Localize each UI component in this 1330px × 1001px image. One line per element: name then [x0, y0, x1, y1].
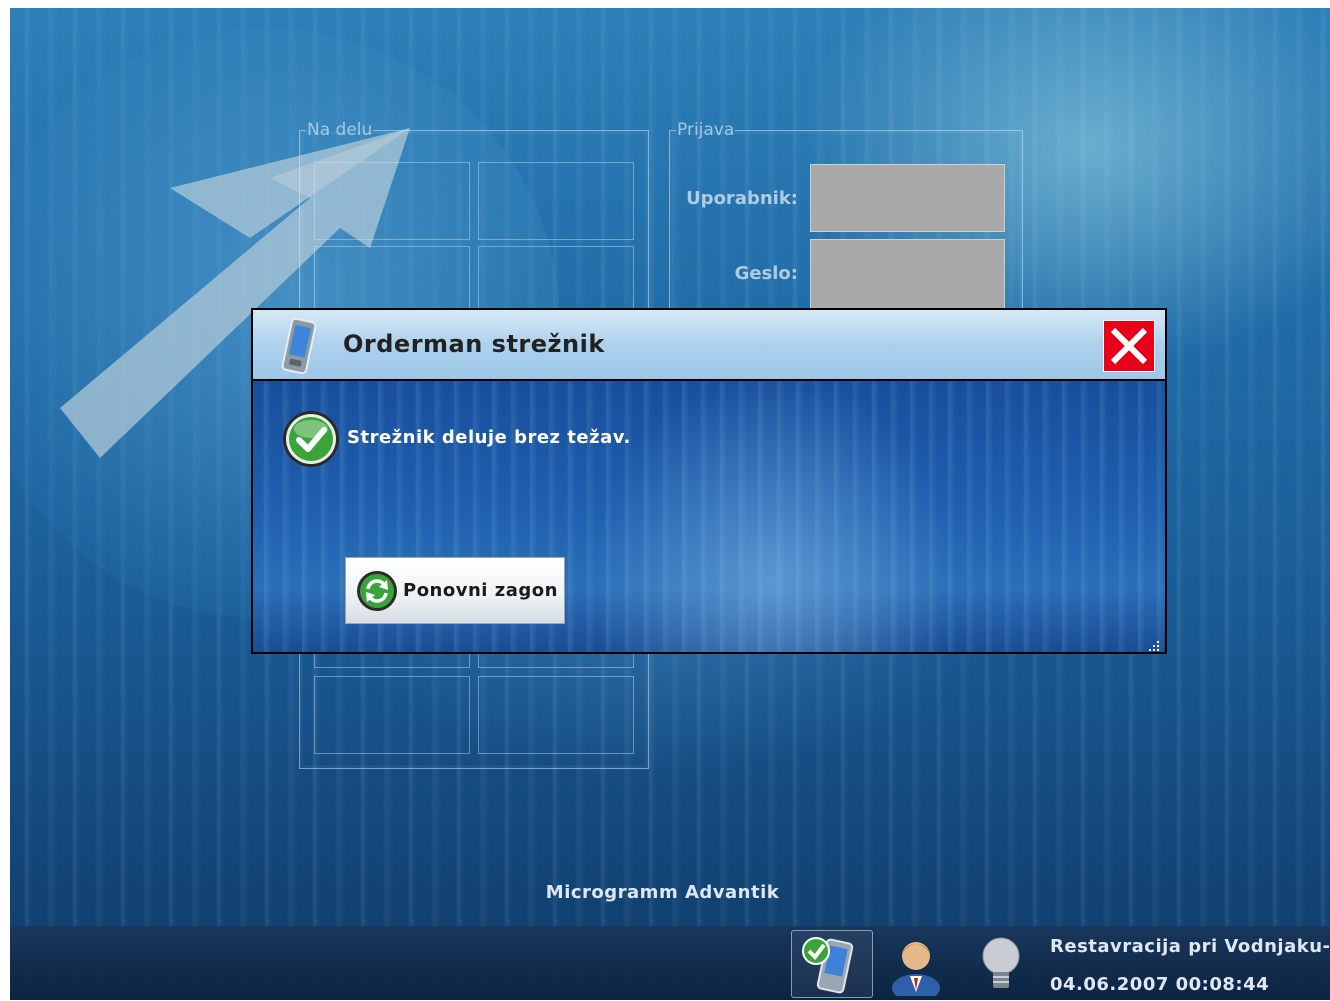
user-icon[interactable]: [876, 930, 956, 1001]
close-icon: [1110, 327, 1148, 365]
dialog-title-bar[interactable]: Orderman strežnik: [253, 310, 1165, 381]
restart-label: Ponovni zagon: [403, 580, 558, 601]
location-name: Restavracija pri Vodnjaku-1: [1050, 936, 1330, 957]
brand-name: Microgramm Advantik: [545, 882, 780, 903]
staff-slot[interactable]: [314, 676, 470, 754]
dialog-body: Strežnik deluje brez težav. Ponovni zago…: [253, 381, 1165, 653]
server-status-icon[interactable]: [791, 930, 873, 998]
resize-grip-icon[interactable]: [1147, 639, 1161, 653]
password-label: Geslo:: [734, 263, 798, 284]
panel-on-duty-title: Na delu: [307, 120, 373, 140]
green-check-icon: [283, 411, 339, 467]
password-field[interactable]: [810, 239, 1005, 311]
date-time: 04.06.2007 00:08:44: [1050, 974, 1270, 995]
server-dialog: Orderman strežnik Strežnik deluje brez t…: [251, 308, 1167, 654]
restart-button[interactable]: Ponovni zagon: [345, 557, 565, 624]
status-message: Strežnik deluje brez težav.: [347, 427, 631, 448]
taskbar: Restavracija pri Vodnjaku-1 04.06.2007 0…: [10, 926, 1330, 1001]
light-bulb-icon[interactable]: [961, 930, 1041, 996]
dialog-title: Orderman strežnik: [343, 330, 605, 358]
staff-slot[interactable]: [314, 162, 470, 240]
staff-slot[interactable]: [478, 162, 634, 240]
username-label: Uporabnik:: [686, 188, 798, 209]
panel-login-title: Prijava: [677, 120, 735, 140]
close-button[interactable]: [1103, 320, 1155, 372]
handheld-device-icon: [281, 317, 317, 375]
username-field[interactable]: [810, 164, 1005, 232]
refresh-icon: [357, 571, 397, 611]
staff-slot[interactable]: [478, 676, 634, 754]
